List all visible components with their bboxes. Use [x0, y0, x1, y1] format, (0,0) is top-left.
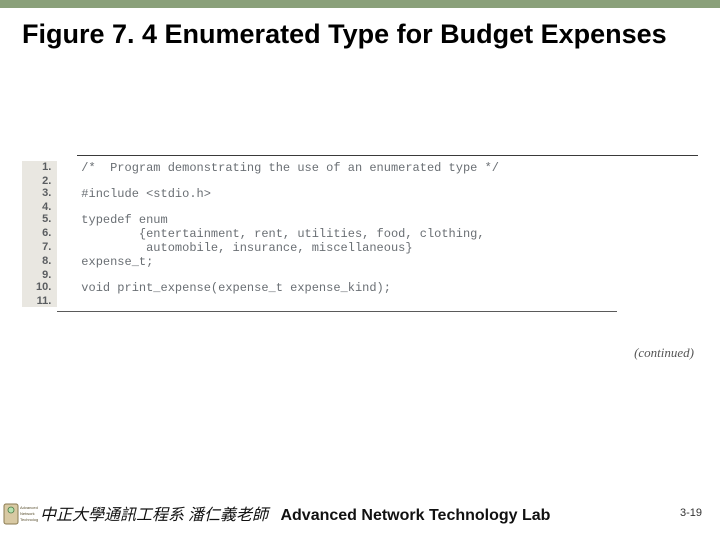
code-figure: 1. /* Program demonstrating the use of a…	[22, 155, 698, 312]
code-line: 11.	[22, 295, 617, 307]
svg-text:Advanced: Advanced	[20, 505, 38, 510]
code-text: typedef enum	[57, 213, 617, 227]
line-number: 1.	[22, 161, 57, 175]
code-text	[57, 295, 617, 307]
footer-en: Advanced Network Technology Lab	[280, 507, 550, 524]
code-text	[57, 269, 617, 281]
code-line: 1. /* Program demonstrating the use of a…	[22, 161, 617, 175]
code-text	[57, 175, 617, 187]
line-number: 4.	[22, 201, 57, 213]
page-number: 3-19	[680, 507, 714, 519]
figure-top-rule	[77, 155, 698, 156]
figure-bottom-rule	[57, 307, 617, 311]
code-listing: 1. /* Program demonstrating the use of a…	[22, 161, 617, 312]
line-number: 11.	[22, 295, 57, 307]
line-number: 10.	[22, 281, 57, 295]
code-line: 4.	[22, 201, 617, 213]
line-number: 6.	[22, 227, 57, 241]
line-number: 8.	[22, 255, 57, 269]
title-area: Figure 7. 4 Enumerated Type for Budget E…	[0, 8, 720, 52]
footer-cjk: 中正大學通訊工程系 潘仁義老師	[40, 507, 268, 524]
top-accent-bar	[0, 0, 720, 8]
code-text: /* Program demonstrating the use of an e…	[57, 161, 617, 175]
code-line: 5. typedef enum	[22, 213, 617, 227]
code-text: #include <stdio.h>	[57, 187, 617, 201]
figure-bottom-rule-row	[22, 307, 617, 311]
svg-text:Technology: Technology	[20, 517, 38, 522]
code-text: {entertainment, rent, utilities, food, c…	[57, 227, 617, 241]
line-number: 7.	[22, 241, 57, 255]
code-line: 7. automobile, insurance, miscellaneous}	[22, 241, 617, 255]
code-line: 8. expense_t;	[22, 255, 617, 269]
code-text: automobile, insurance, miscellaneous}	[57, 241, 617, 255]
code-text: expense_t;	[57, 255, 617, 269]
line-number: 5.	[22, 213, 57, 227]
code-line: 9.	[22, 269, 617, 281]
slide-footer: Advanced Network Technology 中正大學通訊工程系 潘仁…	[0, 498, 720, 528]
line-number: 9.	[22, 269, 57, 281]
page-title: Figure 7. 4 Enumerated Type for Budget E…	[22, 18, 698, 52]
code-line: 3. #include <stdio.h>	[22, 187, 617, 201]
code-text: void print_expense(expense_t expense_kin…	[57, 281, 617, 295]
code-line: 10. void print_expense(expense_t expense…	[22, 281, 617, 295]
continued-label: (continued)	[634, 345, 694, 361]
svg-text:Network: Network	[20, 511, 35, 516]
code-text	[57, 201, 617, 213]
line-number: 2.	[22, 175, 57, 187]
lab-logo-icon: Advanced Network Technology	[2, 498, 38, 528]
code-line: 2.	[22, 175, 617, 187]
line-number: 3.	[22, 187, 57, 201]
footer-text: 中正大學通訊工程系 潘仁義老師 Advanced Network Technol…	[40, 501, 680, 525]
code-line: 6. {entertainment, rent, utilities, food…	[22, 227, 617, 241]
